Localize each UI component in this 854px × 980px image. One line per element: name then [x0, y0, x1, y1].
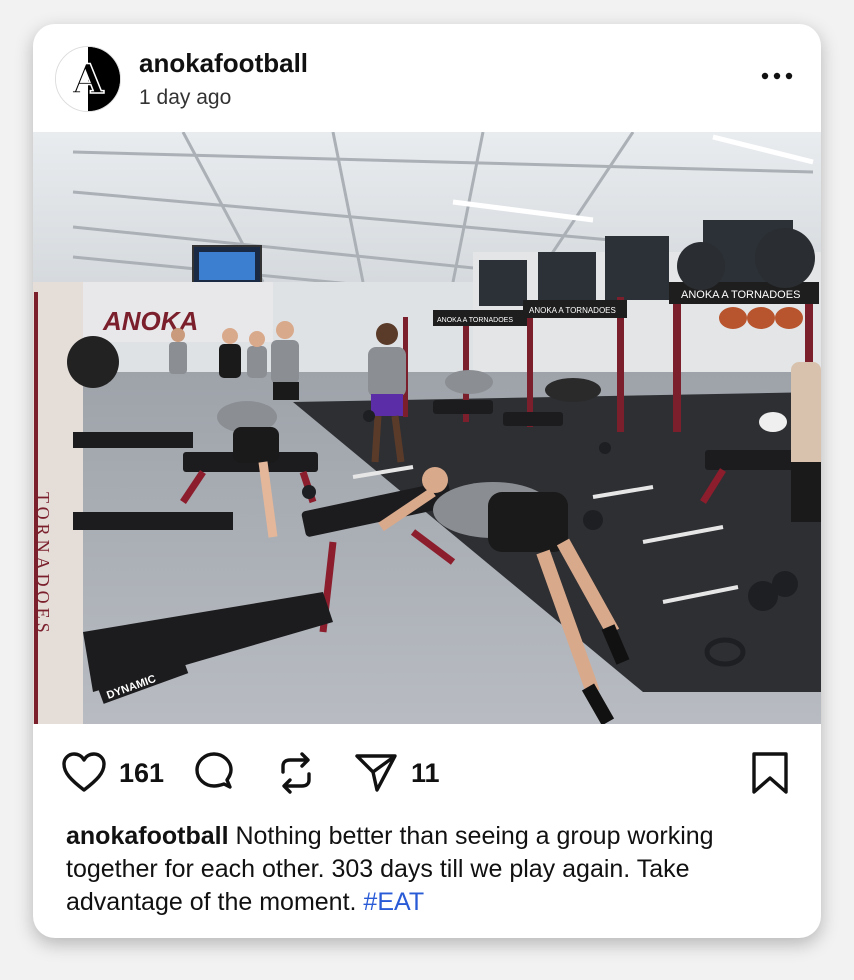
caption-hashtag[interactable]: #EAT [363, 888, 424, 916]
post-header: A anokafootball 1 day ago [33, 24, 821, 132]
post-timestamp: 1 day ago [139, 86, 232, 109]
pillar-text: TORNADOES [33, 492, 53, 637]
rack-sign-text: ANOKA A TORNADOES [529, 306, 616, 315]
more-dots-icon [761, 72, 793, 80]
comment-icon [195, 752, 233, 789]
post-card: A anokafootball 1 day ago ANOKA ANOKA A … [33, 24, 821, 938]
share-button[interactable] [353, 750, 399, 796]
caption-username[interactable]: anokafootball [66, 822, 229, 850]
avatar[interactable]: A [55, 46, 121, 112]
post-actions: 161 11 [33, 724, 821, 820]
rack-sign-text: ANOKA A TORNADOES [681, 289, 800, 301]
heart-icon [62, 752, 106, 792]
repost-button[interactable] [273, 750, 319, 796]
svg-text:A: A [71, 56, 104, 103]
post-username[interactable]: anokafootball [139, 48, 308, 79]
post-photo[interactable]: ANOKA ANOKA A TORNADOES ANOKA A TORNADOE… [33, 131, 821, 726]
rack-sign-text: ANOKA A TORNADOES [437, 317, 513, 324]
save-button[interactable] [747, 750, 793, 796]
send-icon [355, 754, 397, 792]
avatar-logo-icon: A [56, 47, 120, 111]
like-button[interactable] [61, 750, 107, 796]
comment-button[interactable] [191, 750, 237, 796]
bookmark-icon [752, 752, 788, 794]
share-count: 11 [411, 758, 440, 788]
post-caption: anokafootball Nothing better than seeing… [66, 820, 766, 919]
like-count: 161 [119, 758, 165, 788]
repost-icon [281, 752, 311, 794]
gym-photo-illustration: ANOKA ANOKA A TORNADOES ANOKA A TORNADOE… [33, 131, 821, 726]
more-options-button[interactable] [757, 60, 797, 90]
